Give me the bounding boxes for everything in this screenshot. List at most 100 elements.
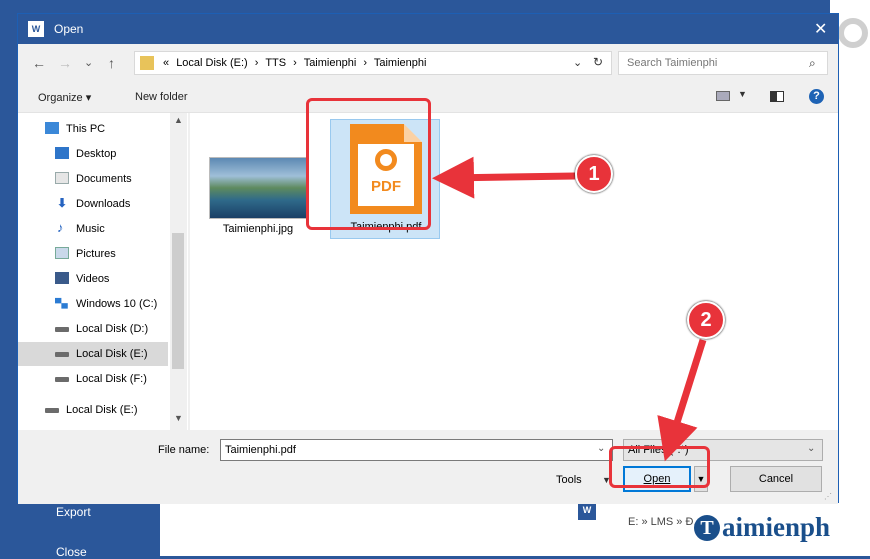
file-name: Taimienphi.pdf [350, 221, 422, 233]
pc-icon [45, 122, 59, 134]
breadcrumb-separator[interactable]: › [293, 57, 297, 69]
scroll-up-icon[interactable]: ▲ [174, 115, 183, 125]
disk-icon [55, 377, 69, 382]
desktop-icon [55, 147, 69, 159]
pdf-file-icon: PDF [350, 124, 422, 214]
sidebar-item-label: Videos [76, 273, 110, 285]
sidebar-item-label: Documents [76, 173, 132, 185]
breadcrumb-separator[interactable]: › [363, 57, 367, 69]
breadcrumb-separator[interactable]: › [255, 57, 259, 69]
sidebar-item-local-disk-e[interactable]: Local Disk (E:) [18, 342, 168, 366]
sidebar-item-label: Windows 10 (C:) [76, 298, 158, 310]
cancel-button[interactable]: Cancel [730, 466, 822, 492]
navigation-pane: This PC Desktop Documents ⬇ Downloads ♪ … [18, 113, 188, 430]
scroll-down-icon[interactable]: ▼ [174, 413, 183, 423]
filetype-select[interactable]: All Files (*.*) ⌄ [623, 439, 823, 461]
music-icon: ♪ [57, 220, 64, 235]
sidebar-item-this-pc[interactable]: This PC [18, 117, 168, 141]
dialog-footer: File name: Taimienphi.pdf ⌄ All Files (*… [18, 430, 838, 504]
filename-input[interactable]: Taimienphi.pdf ⌄ [220, 439, 613, 461]
close-menu-item[interactable]: Close [56, 545, 87, 559]
view-dropdown-icon[interactable]: ▼ [738, 89, 747, 99]
export-menu-item[interactable]: Export [56, 505, 91, 519]
breadcrumb-item[interactable]: Taimienphi [374, 57, 427, 69]
pictures-icon [55, 247, 69, 259]
image-thumbnail [209, 157, 307, 219]
foxit-logo-icon [375, 149, 397, 171]
command-toolbar: Organize ▾ New folder ▼ ? [18, 82, 838, 113]
filename-value: Taimienphi.pdf [225, 444, 296, 456]
page-fold [404, 124, 422, 142]
address-bar[interactable]: « Local Disk (E:) › TTS › Taimienphi › T… [134, 51, 612, 75]
sidebar-item-label: Local Disk (E:) [76, 348, 148, 360]
documents-icon [55, 172, 69, 184]
sidebar-item-pictures[interactable]: Pictures [18, 242, 168, 266]
open-dropdown-icon[interactable]: ▼ [694, 466, 708, 492]
file-item-jpg[interactable]: Taimienphi.jpg [203, 157, 313, 235]
search-input[interactable]: Search Taimienphi ⌕ [618, 51, 828, 75]
open-button[interactable]: Open [623, 466, 691, 492]
recent-locations-icon[interactable]: ⌄ [84, 56, 93, 69]
breadcrumb-overflow[interactable]: « [163, 57, 169, 69]
breadcrumb-item[interactable]: Local Disk (E:) [176, 57, 248, 69]
navigation-bar: ← → ⌄ ↑ « Local Disk (E:) › TTS › Taimie… [18, 44, 838, 82]
scrollbar-thumb[interactable] [172, 233, 184, 369]
downloads-icon: ⬇ [56, 196, 68, 210]
forward-arrow-icon[interactable]: → [58, 55, 72, 71]
brand-text: aimienph [722, 512, 831, 542]
sidebar-item-label: Local Disk (D:) [76, 323, 149, 335]
breadcrumb-item[interactable]: TTS [265, 57, 286, 69]
tools-dropdown-icon[interactable]: ▼ [602, 475, 611, 485]
resize-grip-icon[interactable]: ⋰ [824, 492, 832, 501]
breadcrumb: « Local Disk (E:) › TTS › Taimienphi › T… [163, 57, 430, 69]
sidebar-item-videos[interactable]: Videos [18, 267, 168, 291]
sidebar-item-music[interactable]: ♪ Music [18, 217, 168, 241]
cancel-button-label: Cancel [758, 473, 794, 485]
tools-button[interactable]: Tools [556, 474, 582, 486]
change-view-icon[interactable] [716, 91, 730, 101]
word-app-icon: W [28, 21, 44, 37]
filetype-dropdown-icon[interactable]: ⌄ [807, 443, 815, 454]
sidebar-item-label: Pictures [76, 248, 116, 260]
dialog-titlebar: W Open ✕ [18, 14, 838, 44]
sidebar-item-label: Local Disk (F:) [76, 373, 147, 385]
preview-pane-icon[interactable] [770, 91, 784, 102]
sidebar-item-desktop[interactable]: Desktop [18, 142, 168, 166]
file-list: Taimienphi.jpg PDF Taimienphi.pdf [190, 113, 838, 430]
sidebar-item-local-disk-d[interactable]: Local Disk (D:) [18, 317, 168, 341]
disk-icon [55, 352, 69, 357]
breadcrumb-item[interactable]: Taimienphi [304, 57, 357, 69]
disk-icon [45, 408, 59, 413]
sidebar-item-label: Local Disk (E:) [66, 404, 138, 416]
up-arrow-icon[interactable]: ↑ [108, 55, 115, 71]
brand-t-icon: T [694, 515, 720, 541]
back-arrow-icon[interactable]: ← [32, 55, 46, 71]
windows-drive-icon: ▀▄ [55, 298, 68, 308]
filename-dropdown-icon[interactable]: ⌄ [597, 443, 605, 454]
search-icon[interactable]: ⌕ [809, 56, 816, 71]
step-1-badge: 1 [575, 155, 613, 193]
pdf-icon-body: PDF [358, 144, 414, 206]
address-dropdown-icon[interactable]: ⌄ [573, 56, 582, 69]
step-2-badge: 2 [687, 301, 725, 339]
new-folder-button[interactable]: New folder [135, 91, 188, 103]
sidebar-item-downloads[interactable]: ⬇ Downloads [18, 192, 168, 216]
sidebar-item-windows-c[interactable]: ▀▄ Windows 10 (C:) [18, 292, 168, 316]
organize-button[interactable]: Organize ▾ [38, 91, 91, 104]
sidebar-item-local-disk-f[interactable]: Local Disk (F:) [18, 367, 168, 391]
help-icon[interactable]: ? [809, 89, 824, 104]
sidebar-item-label: Music [76, 223, 105, 235]
sidebar-scrollbar[interactable]: ▲ ▼ [170, 113, 187, 430]
sidebar-item-documents[interactable]: Documents [18, 167, 168, 191]
filetype-value: All Files (*.*) [628, 444, 689, 456]
open-button-label: Open [643, 473, 671, 485]
folder-icon [140, 56, 154, 70]
sidebar-item-network-disk-e[interactable]: Local Disk (E:) [18, 398, 168, 422]
dialog-title: Open [54, 22, 84, 36]
close-icon[interactable]: ✕ [814, 19, 827, 39]
filename-label: File name: [158, 444, 210, 456]
file-item-pdf[interactable]: PDF Taimienphi.pdf [330, 119, 440, 239]
background-circle-icon [838, 18, 868, 48]
sidebar-item-label: Downloads [76, 198, 131, 210]
refresh-icon[interactable]: ↻ [593, 55, 603, 69]
